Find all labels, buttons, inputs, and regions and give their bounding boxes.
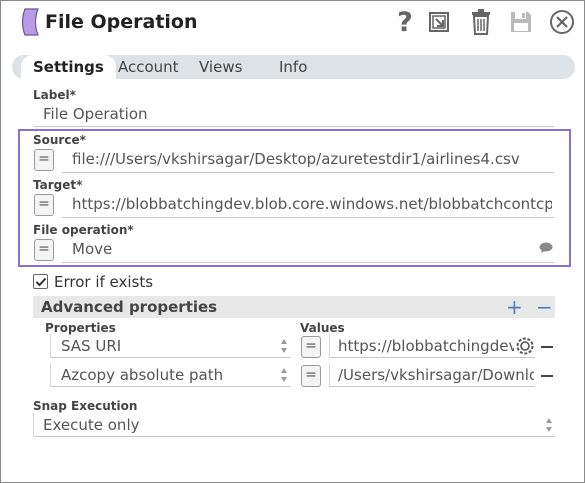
value-input[interactable]: /Users/vkshirsagar/Downloa: [329, 363, 535, 387]
remove-property-button[interactable]: −: [536, 295, 553, 319]
target-expression-toggle[interactable]: =: [34, 194, 54, 216]
label-field-label: Label*: [33, 88, 76, 102]
close-icon[interactable]: [547, 7, 577, 37]
file-operation-label: File operation*: [33, 223, 134, 237]
value-expression-toggle[interactable]: =: [301, 365, 321, 387]
value-input[interactable]: https://blobbatchingdev.b: [329, 334, 535, 358]
tab-settings[interactable]: Settings: [21, 55, 116, 81]
values-column-header: Values: [300, 321, 345, 335]
snap-execution-select[interactable]: Execute only: [33, 413, 555, 437]
select-arrows-icon: [281, 339, 287, 353]
remove-row-button[interactable]: [541, 375, 553, 377]
comment-icon[interactable]: [539, 242, 553, 254]
error-if-exists-checkbox[interactable]: [33, 274, 48, 289]
target-underline: [62, 217, 554, 218]
snap-execution-value: Execute only: [43, 416, 140, 434]
snap-settings-dialog: File Operation ? Settings Account Views …: [0, 0, 585, 483]
property-select[interactable]: SAS URI: [50, 334, 290, 358]
advanced-properties-title: Advanced properties: [41, 298, 218, 316]
save-icon[interactable]: [506, 7, 536, 37]
target-label: Target*: [33, 178, 83, 192]
property-select-value: SAS URI: [61, 337, 122, 355]
export-icon[interactable]: [424, 7, 454, 37]
tab-info[interactable]: Info: [279, 55, 307, 79]
source-expression-toggle[interactable]: =: [34, 149, 54, 171]
value-input-text: https://blobbatchingdev.b: [338, 337, 514, 355]
properties-column-header: Properties: [45, 321, 116, 335]
tab-views[interactable]: Views: [199, 55, 242, 79]
target-input[interactable]: https://blobbatchingdev.blob.core.window…: [72, 195, 552, 213]
source-label: Source*: [33, 133, 86, 147]
property-select[interactable]: Azcopy absolute path: [50, 363, 290, 387]
error-if-exists-label: Error if exists: [54, 273, 154, 291]
source-input[interactable]: file:///Users/vkshirsagar/Desktop/azuret…: [72, 150, 552, 168]
label-input[interactable]: File Operation: [43, 105, 553, 123]
tab-account[interactable]: Account: [118, 55, 179, 79]
remove-row-button[interactable]: [541, 346, 553, 348]
file-operation-expression-toggle[interactable]: =: [34, 239, 54, 261]
gear-icon[interactable]: [516, 337, 534, 355]
label-underline: [34, 126, 554, 127]
advanced-properties-header: Advanced properties + −: [33, 295, 555, 319]
value-expression-toggle[interactable]: =: [301, 336, 321, 358]
help-icon[interactable]: ?: [390, 7, 420, 38]
source-underline: [62, 172, 554, 173]
add-property-button[interactable]: +: [506, 295, 523, 319]
dialog-title: File Operation: [45, 11, 198, 33]
tab-bar: Settings Account Views Info: [12, 55, 575, 81]
delete-icon[interactable]: [466, 7, 496, 37]
snap-execution-label: Snap Execution: [33, 399, 138, 413]
property-select-value: Azcopy absolute path: [61, 366, 224, 384]
file-operation-underline: [62, 262, 554, 263]
select-arrows-icon: [546, 418, 552, 432]
snap-type-icon: [21, 8, 39, 36]
file-operation-input[interactable]: Move: [72, 240, 272, 258]
value-input-text: /Users/vkshirsagar/Downloa: [338, 366, 534, 384]
select-arrows-icon: [281, 368, 287, 382]
